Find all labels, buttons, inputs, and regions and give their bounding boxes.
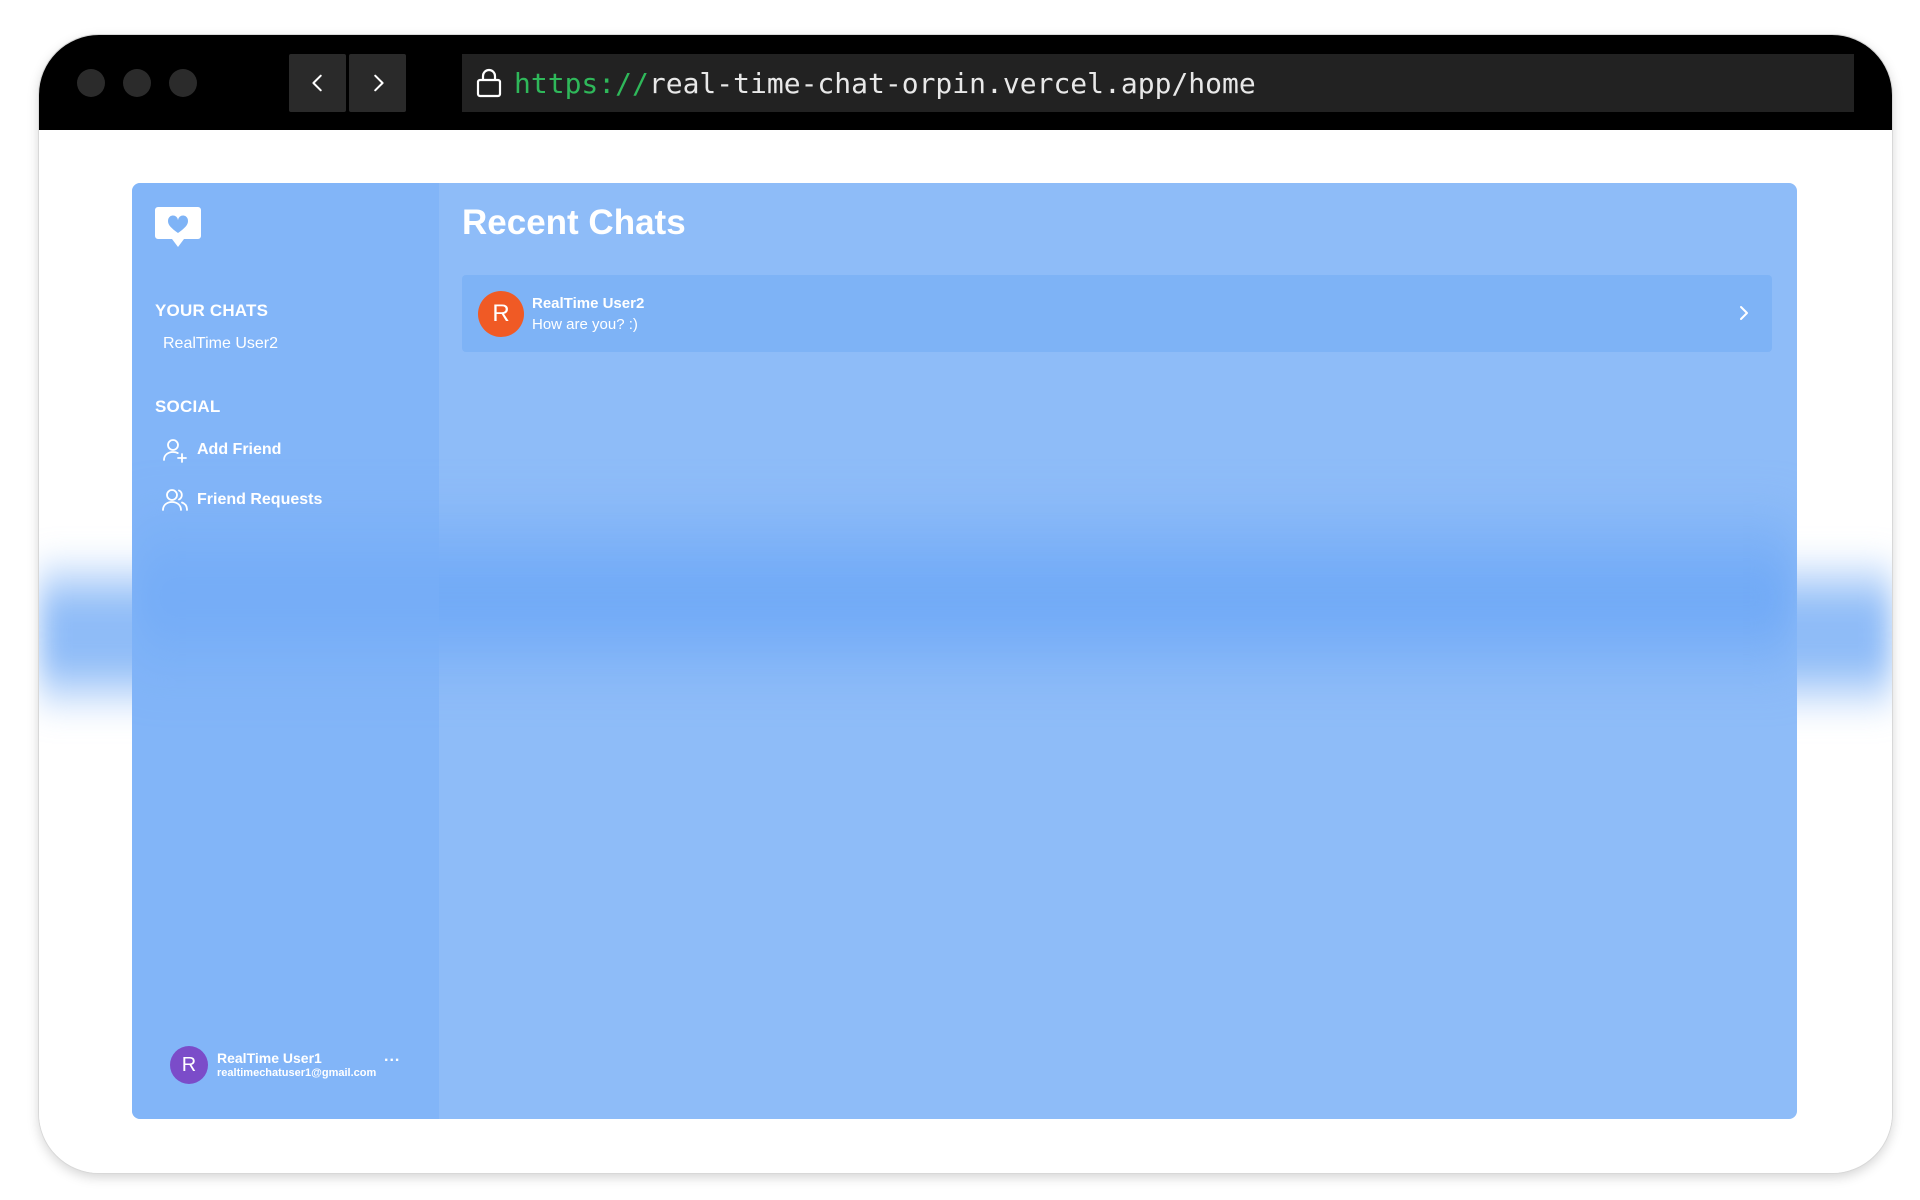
chat-preview: RealTime User2 How are you? :)	[532, 293, 644, 335]
url-text: https://real-time-chat-orpin.vercel.app/…	[514, 67, 1256, 100]
url-protocol: https://	[514, 66, 649, 100]
chevron-left-icon	[311, 74, 322, 92]
friend-requests-label: Friend Requests	[197, 491, 323, 508]
recent-chat-item[interactable]: R RealTime User2 How are you? :)	[462, 275, 1772, 352]
window-close-dot[interactable]	[77, 69, 105, 97]
sidebar-chat-link[interactable]: RealTime User2	[163, 335, 278, 353]
sidebar: YOUR CHATS RealTime User2 SOCIAL Add Fri…	[132, 183, 439, 1119]
browser-titlebar: https://real-time-chat-orpin.vercel.app/…	[39, 35, 1892, 130]
user-plus-icon	[163, 439, 187, 463]
social-heading: SOCIAL	[155, 397, 221, 416]
profile-details: RealTime User1 realtimechatuser1@gmail.c…	[217, 1050, 377, 1079]
chat-heart-logo-icon[interactable]	[154, 205, 202, 251]
address-bar[interactable]: https://real-time-chat-orpin.vercel.app/…	[462, 54, 1854, 112]
page-content: YOUR CHATS RealTime User2 SOCIAL Add Fri…	[39, 130, 1892, 1173]
url-path: real-time-chat-orpin.vercel.app/home	[648, 66, 1256, 100]
more-options-button[interactable]: ...	[384, 1048, 400, 1066]
your-chats-heading: YOUR CHATS	[155, 301, 269, 320]
chat-last-message: How are you? :)	[532, 315, 638, 333]
window-minimize-dot[interactable]	[123, 69, 151, 97]
lock-icon	[476, 68, 502, 98]
chevron-right-icon	[1740, 306, 1748, 320]
chevron-right-icon	[373, 74, 384, 92]
browser-window: https://real-time-chat-orpin.vercel.app/…	[39, 35, 1892, 1173]
forward-button[interactable]	[349, 54, 406, 112]
add-friend-label: Add Friend	[197, 441, 282, 458]
back-button[interactable]	[289, 54, 346, 112]
users-icon	[162, 489, 188, 511]
chat-name: RealTime User2	[532, 294, 645, 312]
profile-email: realtimechatuser1@gmail.com	[217, 1066, 377, 1079]
avatar: R	[170, 1046, 208, 1084]
friend-requests-link[interactable]: Friend Requests	[162, 486, 322, 514]
chat-app: YOUR CHATS RealTime User2 SOCIAL Add Fri…	[132, 183, 1797, 1119]
add-friend-link[interactable]: Add Friend	[162, 436, 281, 464]
page-title: Recent Chats	[462, 203, 686, 242]
profile-name: RealTime User1	[217, 1050, 322, 1067]
user-profile[interactable]: R RealTime User1 realtimechatuser1@gmail…	[170, 1046, 376, 1084]
chat-avatar: R	[478, 290, 524, 337]
window-maximize-dot[interactable]	[169, 69, 197, 97]
